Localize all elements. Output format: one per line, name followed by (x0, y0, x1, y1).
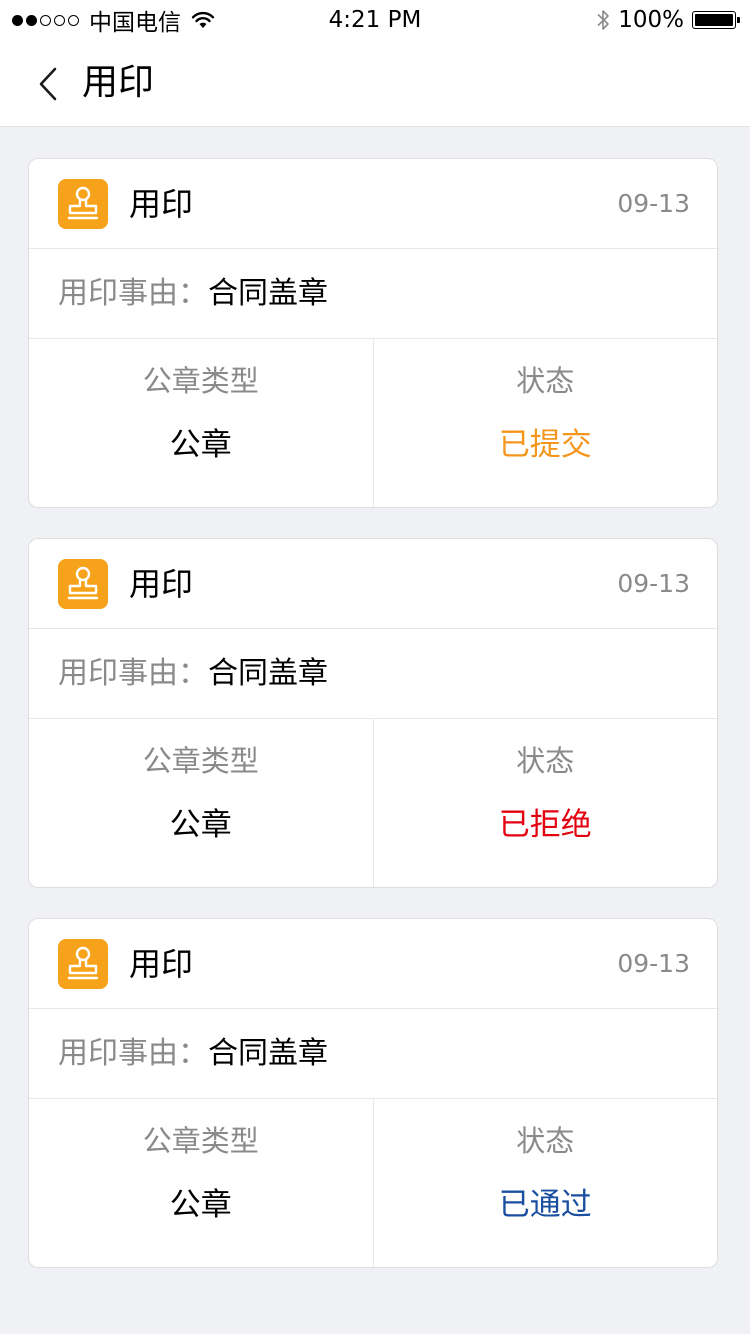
status-bar: 中国电信 4:21 PM 100% (0, 0, 750, 40)
seal-type-cell: 公章类型 公章 (29, 339, 373, 507)
seal-type-value: 公章 (169, 427, 232, 463)
card-header: 用印 09-13 (29, 919, 717, 1009)
seal-request-list: 用印 09-13 用印事由：合同盖章 公章类型 公章 状态 已提交 用印 09-… (28, 158, 718, 1298)
battery-fill (695, 14, 733, 26)
status-value: 已拒绝 (498, 807, 592, 843)
reason-value: 合同盖章 (208, 276, 328, 311)
reason-label: 用印事由： (58, 656, 208, 691)
status-label: 状态 (516, 364, 575, 398)
seal-request-card[interactable]: 用印 09-13 用印事由：合同盖章 公章类型 公章 状态 已拒绝 (28, 538, 718, 888)
seal-request-card[interactable]: 用印 09-13 用印事由：合同盖章 公章类型 公章 状态 已通过 (28, 918, 718, 1268)
nav-bar: 用印 (0, 40, 750, 127)
card-date: 09-13 (617, 949, 690, 978)
status-label: 状态 (516, 744, 575, 778)
card-date: 09-13 (617, 569, 690, 598)
card-app-name: 用印 (129, 945, 194, 983)
card-app-name: 用印 (129, 565, 194, 603)
reason-text: 用印事由：合同盖章 (58, 653, 328, 695)
battery-tip (737, 17, 740, 23)
seal-type-label: 公章类型 (142, 744, 259, 778)
card-reason-row: 用印事由：合同盖章 (29, 629, 717, 719)
stamp-icon (58, 559, 108, 609)
reason-text: 用印事由：合同盖章 (58, 273, 328, 315)
seal-type-cell: 公章类型 公章 (29, 719, 373, 887)
card-reason-row: 用印事由：合同盖章 (29, 1009, 717, 1099)
stamp-icon (58, 939, 108, 989)
card-app-name: 用印 (129, 185, 194, 223)
seal-request-card[interactable]: 用印 09-13 用印事由：合同盖章 公章类型 公章 状态 已提交 (28, 158, 718, 508)
status-label: 状态 (516, 1124, 575, 1158)
card-header: 用印 09-13 (29, 539, 717, 629)
seal-type-value: 公章 (169, 807, 232, 843)
reason-value: 合同盖章 (208, 1036, 328, 1071)
status-value: 已提交 (498, 427, 592, 463)
seal-type-label: 公章类型 (142, 364, 259, 398)
card-header: 用印 09-13 (29, 159, 717, 249)
bluetooth-icon (597, 10, 610, 30)
reason-label: 用印事由： (58, 1036, 208, 1071)
status-cell: 状态 已提交 (372, 339, 718, 507)
card-reason-row: 用印事由：合同盖章 (29, 249, 717, 339)
status-right: 100% (596, 5, 740, 35)
reason-value: 合同盖章 (208, 656, 328, 691)
seal-type-value: 公章 (169, 1187, 232, 1223)
status-cell: 状态 已拒绝 (372, 719, 718, 887)
reason-text: 用印事由：合同盖章 (58, 1033, 328, 1075)
card-date: 09-13 (617, 189, 690, 218)
battery-icon (692, 11, 740, 29)
page-title: 用印 (82, 62, 155, 103)
battery-percent: 100% (618, 7, 684, 33)
chevron-left-icon[interactable] (36, 66, 60, 102)
seal-type-cell: 公章类型 公章 (29, 1099, 373, 1267)
card-detail-grid: 公章类型 公章 状态 已拒绝 (29, 719, 717, 887)
reason-label: 用印事由： (58, 276, 208, 311)
status-value: 已通过 (498, 1187, 592, 1223)
seal-type-label: 公章类型 (142, 1124, 259, 1158)
card-detail-grid: 公章类型 公章 状态 已通过 (29, 1099, 717, 1267)
status-cell: 状态 已通过 (372, 1099, 718, 1267)
card-detail-grid: 公章类型 公章 状态 已提交 (29, 339, 717, 507)
stamp-icon (58, 179, 108, 229)
